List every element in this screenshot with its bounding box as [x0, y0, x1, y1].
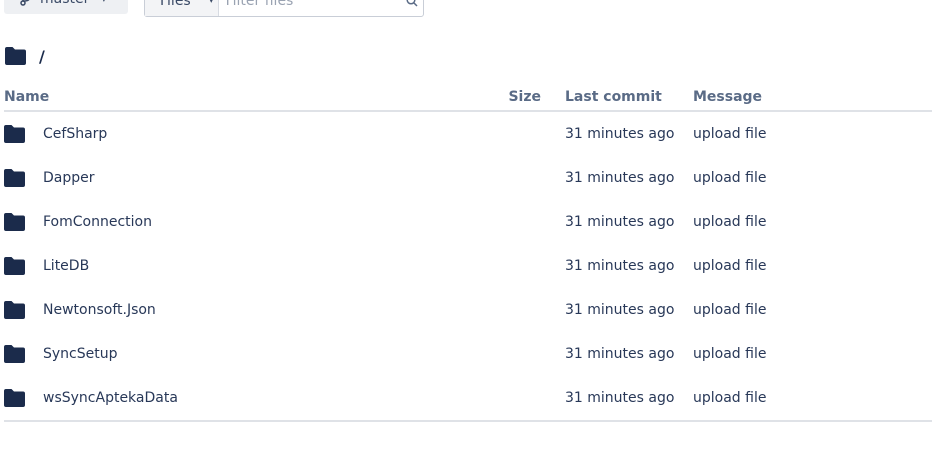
header-last-commit[interactable]: Last commit	[565, 84, 693, 112]
folder-link[interactable]: CefSharp	[43, 126, 107, 142]
name-cell: Dapper	[4, 156, 474, 200]
last-commit-cell: 31 minutes ago	[565, 376, 693, 422]
folder-icon	[5, 47, 26, 65]
name-cell: Newtonsoft.Json	[4, 288, 474, 332]
last-commit-cell: 31 minutes ago	[565, 302, 675, 318]
search-icon[interactable]	[402, 0, 423, 7]
size-cell	[474, 376, 565, 422]
size-cell	[474, 332, 565, 376]
last-commit-cell: 31 minutes ago	[565, 126, 675, 142]
message-cell[interactable]: upload file	[693, 111, 932, 156]
folder-icon	[4, 301, 25, 319]
table-row[interactable]: CefSharp 31 minutes ago upload file	[4, 111, 932, 156]
header-size[interactable]: Size	[474, 84, 565, 112]
last-commit-cell: 31 minutes ago	[565, 346, 675, 362]
filter-type-select[interactable]: Files ▾	[145, 0, 219, 16]
size-cell	[474, 200, 565, 244]
filter-type-label: Files	[160, 0, 191, 9]
folder-icon	[4, 345, 25, 363]
table-row[interactable]: SyncSetup 31 minutes ago upload file	[4, 332, 932, 376]
folder-icon	[4, 213, 25, 231]
folder-link[interactable]: LiteDB	[43, 258, 89, 274]
message-cell[interactable]: upload file	[693, 288, 932, 332]
table-row[interactable]: LiteDB 31 minutes ago upload file	[4, 244, 932, 288]
message-cell[interactable]: upload file	[693, 200, 932, 244]
folder-link[interactable]: Newtonsoft.Json	[43, 302, 156, 318]
folder-link[interactable]: wsSyncAptekaData	[43, 390, 178, 406]
message-cell[interactable]: upload file	[693, 376, 932, 422]
branch-selector[interactable]: master ▾	[4, 0, 128, 14]
message-cell[interactable]: upload file	[693, 156, 932, 200]
path-header: /	[5, 44, 45, 68]
message-cell[interactable]: upload file	[693, 244, 932, 288]
last-commit-cell: 31 minutes ago	[565, 214, 675, 230]
size-cell	[474, 288, 565, 332]
folder-link[interactable]: Dapper	[43, 170, 95, 186]
message-cell[interactable]: upload file	[693, 332, 932, 376]
size-cell	[474, 156, 565, 200]
name-cell: CefSharp	[4, 111, 474, 156]
header-name[interactable]: Name	[4, 84, 474, 112]
table-row[interactable]: wsSyncAptekaData 31 minutes ago upload fil…	[4, 376, 932, 422]
size-cell	[474, 111, 565, 156]
current-path: /	[39, 46, 45, 66]
table-row[interactable]: Dapper 31 minutes ago upload file	[4, 156, 932, 200]
last-commit-cell: 31 minutes ago	[565, 170, 675, 186]
folder-icon	[4, 125, 25, 143]
table-row[interactable]: FomConnection 31 minutes ago upload file	[4, 200, 932, 244]
folder-icon	[4, 257, 25, 275]
chevron-down-icon: ▾	[101, 0, 106, 5]
branch-label: master	[40, 0, 89, 7]
size-cell	[474, 244, 565, 288]
filter-input[interactable]	[218, 0, 402, 17]
name-cell: wsSyncAptekaData	[4, 376, 474, 422]
name-cell: SyncSetup	[4, 332, 474, 376]
folder-link[interactable]: FomConnection	[43, 214, 152, 230]
table-row[interactable]: Newtonsoft.Json 31 minutes ago upload file	[4, 288, 932, 332]
header-message[interactable]: Message	[693, 84, 932, 112]
branch-icon	[20, 0, 30, 6]
chevron-down-icon: ▾	[208, 0, 214, 6]
folder-icon	[4, 169, 25, 187]
folder-link[interactable]: SyncSetup	[43, 346, 118, 362]
last-commit-cell: 31 minutes ago	[565, 258, 675, 274]
table-header-row: Name Size Last commit Message	[4, 84, 932, 112]
name-cell: LiteDB	[4, 244, 474, 288]
file-filter: Files ▾	[144, 0, 424, 17]
name-cell: FomConnection	[4, 200, 474, 244]
toolbar: master ▾ Files ▾	[0, 0, 932, 18]
file-table: Name Size Last commit Message CefSharp 31…	[4, 84, 932, 422]
folder-icon	[4, 389, 25, 407]
